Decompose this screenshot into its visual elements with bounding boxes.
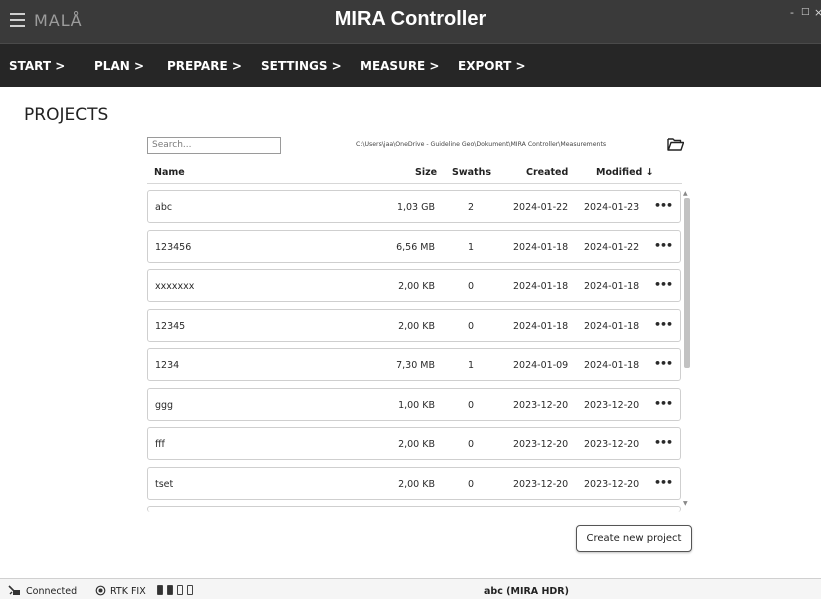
- project-name: tset: [155, 478, 174, 490]
- project-size: 2,00 KB: [398, 320, 435, 332]
- minimize-button[interactable]: -: [790, 6, 794, 19]
- project-name: abc: [155, 202, 173, 213]
- battery-icon: [157, 585, 163, 595]
- project-name: ggg: [155, 399, 174, 411]
- rtk-status: RTK FIX: [110, 586, 146, 597]
- table-row-partial: [147, 506, 681, 512]
- close-button[interactable]: ×: [814, 6, 821, 19]
- column-header-size[interactable]: Size: [415, 167, 437, 178]
- main-nav: START > PLAN > PREPARE > SETTINGS > MEAS…: [0, 43, 821, 87]
- device-name: abc (MIRA HDR): [484, 586, 569, 597]
- project-modified: 2023-12-20: [584, 439, 640, 450]
- nav-plan[interactable]: PLAN >: [94, 59, 144, 73]
- column-header-modified[interactable]: Modified ↓: [596, 167, 654, 178]
- project-swaths: 0: [467, 439, 475, 450]
- project-name: 1234: [155, 360, 180, 371]
- table-row[interactable]: fff 2,00 KB 0 2023-12-20 2023-12-20 •••: [147, 427, 681, 460]
- battery-icon: [187, 585, 193, 595]
- project-swaths: 1: [467, 241, 475, 253]
- search-input[interactable]: Search...: [147, 137, 281, 154]
- table-row[interactable]: tset 2,00 KB 0 2023-12-20 2023-12-20 •••: [147, 466, 681, 500]
- nav-start[interactable]: START >: [9, 59, 65, 73]
- project-modified: 2023-12-20: [584, 478, 640, 490]
- project-swaths: 0: [467, 478, 475, 490]
- more-options-icon[interactable]: •••: [654, 278, 673, 291]
- scroll-down-icon[interactable]: ▼: [683, 500, 688, 507]
- project-swaths: 0: [467, 320, 475, 332]
- project-modified: 2024-01-22: [584, 241, 640, 253]
- project-created: 2023-12-20: [513, 439, 569, 450]
- list-scrollbar[interactable]: ▲ ▼: [683, 190, 691, 510]
- nav-settings[interactable]: SETTINGS >: [261, 59, 342, 73]
- more-options-icon[interactable]: •••: [654, 199, 673, 212]
- project-swaths: 2: [467, 202, 475, 213]
- nav-measure[interactable]: MEASURE >: [360, 59, 439, 73]
- project-size: 6,56 MB: [396, 241, 435, 253]
- battery-icon: [177, 585, 183, 595]
- scroll-thumb[interactable]: [684, 198, 690, 368]
- project-size: 2,00 KB: [398, 281, 435, 292]
- project-size: 2,00 KB: [398, 478, 435, 490]
- more-options-icon[interactable]: •••: [654, 476, 673, 489]
- scroll-up-icon[interactable]: ▲: [683, 190, 688, 197]
- project-size: 7,30 MB: [396, 360, 435, 371]
- project-name: fff: [155, 439, 165, 450]
- app-title: MIRA Controller: [334, 8, 487, 30]
- more-options-icon[interactable]: •••: [654, 239, 673, 252]
- project-size: 1,03 GB: [396, 202, 435, 213]
- table-row[interactable]: abc 1,03 GB 2 2024-01-22 2024-01-23 •••: [147, 190, 681, 223]
- project-swaths: 1: [467, 360, 475, 371]
- header-divider: [147, 183, 682, 184]
- project-modified: 2024-01-18: [584, 360, 640, 371]
- column-header-created[interactable]: Created: [526, 167, 568, 178]
- battery-icon: [167, 585, 173, 595]
- table-row[interactable]: ggg 1,00 KB 0 2023-12-20 2023-12-20 •••: [147, 387, 681, 421]
- project-name: 12345: [155, 320, 186, 332]
- nav-prepare[interactable]: PREPARE >: [167, 59, 242, 73]
- more-options-icon[interactable]: •••: [654, 357, 673, 370]
- menu-icon[interactable]: [10, 13, 25, 27]
- project-size: 2,00 KB: [398, 439, 435, 450]
- project-created: 2023-12-20: [513, 399, 569, 411]
- maximize-button[interactable]: □: [801, 7, 810, 17]
- table-row[interactable]: 1234 7,30 MB 1 2024-01-09 2024-01-18 •••: [147, 348, 681, 381]
- measurements-path: C:\Users\jaa\OneDrive - Guideline Geo\Do…: [356, 141, 607, 148]
- page-title: PROJECTS: [24, 105, 109, 125]
- nav-export[interactable]: EXPORT >: [458, 59, 526, 73]
- status-bar: Connected RTK FIX abc (MIRA HDR): [0, 578, 821, 599]
- project-swaths: 0: [467, 399, 475, 411]
- table-row[interactable]: 12345 2,00 KB 0 2024-01-18 2024-01-18 •••: [147, 308, 681, 342]
- project-created: 2024-01-18: [513, 281, 569, 292]
- project-modified: 2024-01-23: [584, 202, 640, 213]
- connection-icon: [8, 585, 20, 595]
- project-created: 2024-01-18: [513, 320, 569, 332]
- project-swaths: 0: [467, 281, 475, 292]
- connection-status: Connected: [26, 586, 78, 597]
- table-row[interactable]: xxxxxxx 2,00 KB 0 2024-01-18 2024-01-18 •••: [147, 269, 681, 302]
- column-header-swaths[interactable]: Swaths: [452, 167, 491, 178]
- project-created: 2024-01-09: [513, 360, 569, 371]
- project-modified: 2024-01-18: [584, 281, 640, 292]
- column-header-name[interactable]: Name: [154, 167, 185, 178]
- gps-target-icon: [95, 585, 106, 596]
- project-size: 1,00 KB: [398, 399, 435, 411]
- project-name: 123456: [155, 241, 192, 253]
- folder-open-icon[interactable]: [667, 137, 684, 151]
- table-row[interactable]: 123456 6,56 MB 1 2024-01-18 2024-01-22 •••: [147, 229, 681, 263]
- more-options-icon[interactable]: •••: [654, 397, 673, 410]
- app-logo: MALÅ: [34, 11, 83, 30]
- project-created: 2024-01-22: [513, 202, 569, 213]
- project-created: 2023-12-20: [513, 478, 569, 490]
- project-name: xxxxxxx: [155, 281, 195, 292]
- more-options-icon[interactable]: •••: [654, 318, 673, 331]
- project-modified: 2024-01-18: [584, 320, 640, 332]
- title-bar: MALÅ MIRA Controller - □ ×: [0, 0, 821, 43]
- project-modified: 2023-12-20: [584, 399, 640, 411]
- project-created: 2024-01-18: [513, 241, 569, 253]
- create-project-button[interactable]: Create new project: [576, 525, 692, 552]
- more-options-icon[interactable]: •••: [654, 436, 673, 449]
